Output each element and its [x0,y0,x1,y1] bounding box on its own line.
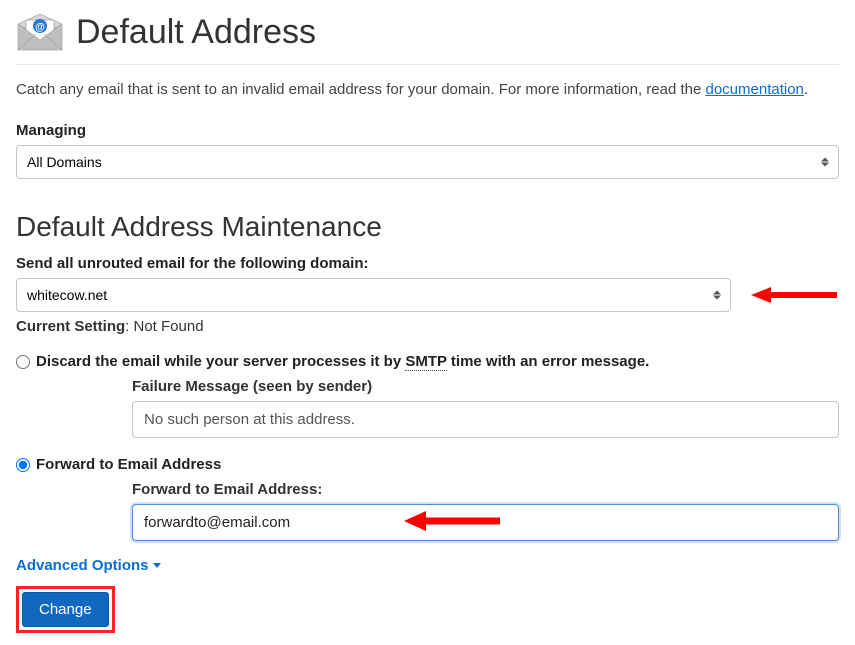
chevron-down-icon [153,563,161,568]
change-button[interactable]: Change [22,592,109,627]
annotation-arrow-icon [749,284,839,306]
domain-select[interactable]: whitecow.net [16,278,731,312]
managing-select-wrap: All Domains [16,145,839,179]
annotation-highlight-box: Change [16,586,115,633]
forward-block: Forward to Email Address: [132,481,839,541]
maintenance-title: Default Address Maintenance [16,211,839,243]
page-title: Default Address [76,13,316,52]
failure-message-input[interactable] [132,401,839,438]
page-header: @ Default Address [16,12,839,65]
documentation-link[interactable]: documentation [706,81,804,98]
forward-radio[interactable] [16,458,30,472]
forward-option-row: Forward to Email Address [16,456,839,473]
smtp-abbr: SMTP [405,353,446,371]
current-setting-value: : Not Found [125,318,203,335]
intro-before: Catch any email that is sent to an inval… [16,81,706,98]
discard-radio[interactable] [16,355,30,369]
discard-option-row: Discard the email while your server proc… [16,353,839,370]
intro-after: . [804,81,808,98]
managing-select[interactable]: All Domains [16,145,839,179]
current-setting-label: Current Setting [16,318,125,335]
discard-label: Discard the email while your server proc… [36,353,649,370]
domain-label: Send all unrouted email for the followin… [16,255,839,272]
forward-label: Forward to Email Address [36,456,221,473]
forward-sub-label: Forward to Email Address: [132,481,839,498]
email-envelope-icon: @ [16,12,64,52]
advanced-options-label: Advanced Options [16,557,149,574]
svg-text:@: @ [35,22,45,33]
failure-label: Failure Message (seen by sender) [132,378,839,395]
current-setting: Current Setting: Not Found [16,318,839,335]
intro-text: Catch any email that is sent to an inval… [16,81,839,98]
annotation-arrow-icon [402,508,502,534]
advanced-options-toggle[interactable]: Advanced Options [16,557,161,574]
failure-block: Failure Message (seen by sender) [132,378,839,438]
managing-label: Managing [16,122,839,139]
domain-select-wrap: whitecow.net [16,278,731,312]
